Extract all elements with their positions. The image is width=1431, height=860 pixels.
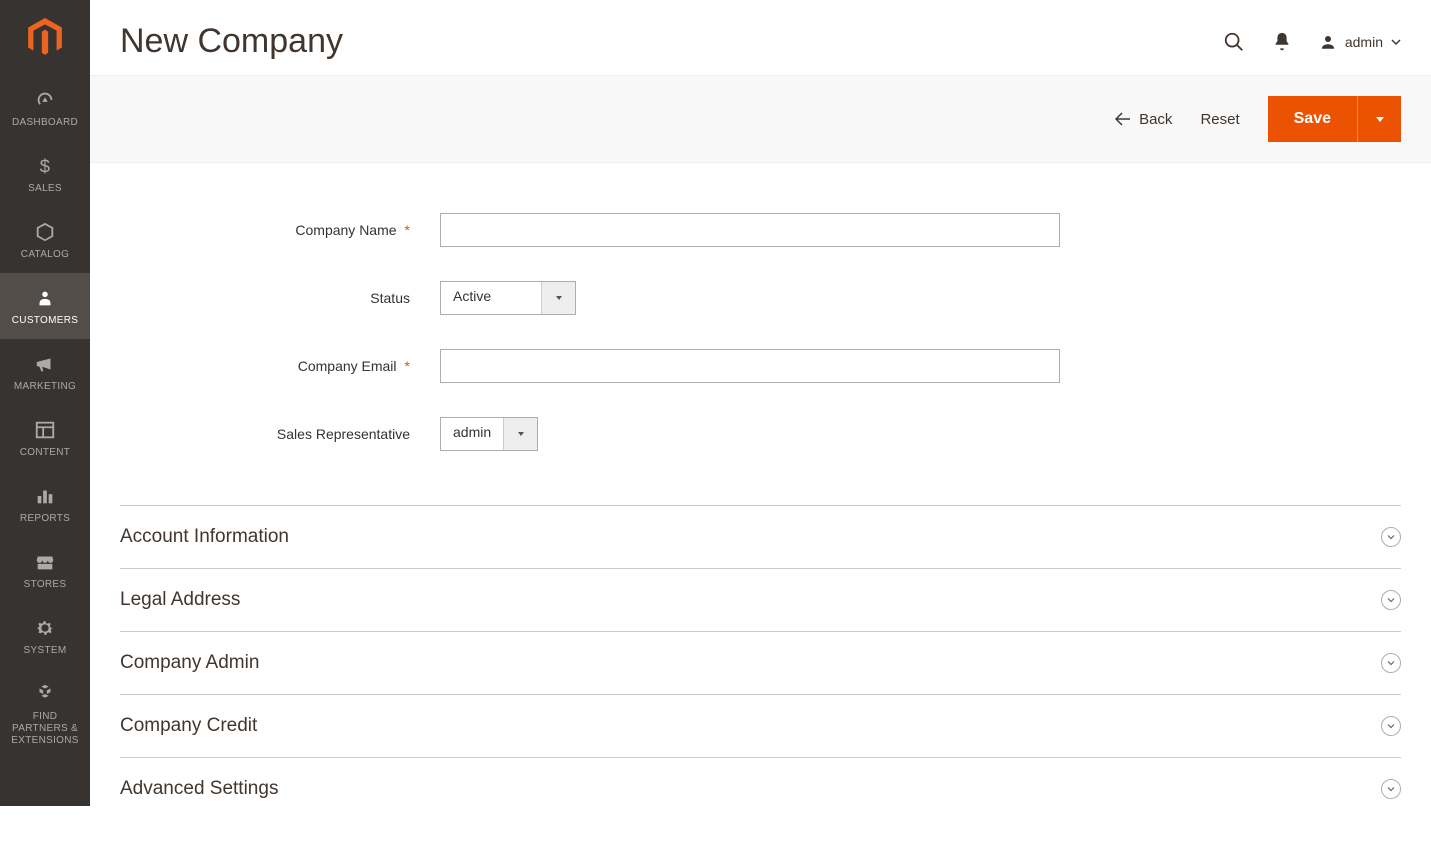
user-name: admin — [1345, 34, 1383, 50]
magento-logo[interactable] — [0, 0, 90, 75]
box-icon — [34, 221, 56, 243]
dollar-icon: $ — [34, 155, 56, 177]
section-legal-address[interactable]: Legal Address — [120, 568, 1401, 631]
nav-label: CATALOG — [4, 249, 86, 261]
chevron-down-icon — [1386, 532, 1396, 542]
bars-icon — [34, 485, 56, 507]
section-company-credit[interactable]: Company Credit — [120, 694, 1401, 757]
section-account-information[interactable]: Account Information — [120, 505, 1401, 568]
nav-label: MARKETING — [4, 381, 86, 393]
expand-icon — [1381, 653, 1401, 673]
nav-stores[interactable]: STORES — [0, 537, 90, 603]
chevron-down-icon — [1386, 595, 1396, 605]
triangle-down-icon — [516, 429, 526, 439]
gauge-icon — [34, 89, 56, 111]
arrow-left-icon — [1115, 112, 1131, 126]
back-button[interactable]: Back — [1115, 111, 1172, 128]
layout-icon — [34, 419, 56, 441]
main-content: New Company admin Back Reset Save — [90, 0, 1431, 860]
section-title: Legal Address — [120, 589, 240, 611]
section-title: Advanced Settings — [120, 778, 278, 800]
search-icon[interactable] — [1223, 31, 1245, 53]
nav-sales[interactable]: $ SALES — [0, 141, 90, 207]
section-title: Company Credit — [120, 715, 257, 737]
status-label: Status — [120, 290, 440, 306]
nav-label: SALES — [4, 183, 86, 195]
save-dropdown-button[interactable] — [1357, 96, 1401, 142]
nav-label: STORES — [4, 579, 86, 591]
save-button-group: Save — [1268, 96, 1401, 142]
field-status: Status Active — [120, 281, 1401, 315]
action-bar: Back Reset Save — [90, 75, 1431, 163]
sales-rep-select[interactable]: admin — [440, 417, 538, 451]
header-tools: admin — [1223, 31, 1401, 53]
form-area: Company Name* Status Active Company Emai… — [90, 163, 1431, 505]
status-caret[interactable] — [541, 282, 575, 314]
chevron-down-icon — [1386, 721, 1396, 731]
nav-reports[interactable]: REPORTS — [0, 471, 90, 537]
nav-label: SYSTEM — [4, 645, 86, 657]
magento-logo-icon — [25, 18, 65, 58]
company-name-input[interactable] — [440, 213, 1060, 247]
admin-sidebar: DASHBOARD $ SALES CATALOG CUSTOMERS MARK… — [0, 0, 90, 806]
person-icon — [34, 287, 56, 309]
megaphone-icon — [34, 353, 56, 375]
section-advanced-settings[interactable]: Advanced Settings — [120, 757, 1401, 820]
storefront-icon — [34, 551, 56, 573]
field-company-name: Company Name* — [120, 213, 1401, 247]
user-menu[interactable]: admin — [1319, 33, 1401, 51]
triangle-down-icon — [1374, 113, 1386, 125]
sales-rep-caret[interactable] — [503, 418, 537, 450]
nav-system[interactable]: SYSTEM — [0, 603, 90, 669]
status-value: Active — [441, 282, 541, 314]
company-email-input[interactable] — [440, 349, 1060, 383]
svg-text:$: $ — [40, 155, 50, 176]
blocks-icon — [34, 683, 56, 705]
gear-icon — [34, 617, 56, 639]
expand-icon — [1381, 527, 1401, 547]
nav-customers[interactable]: CUSTOMERS — [0, 273, 90, 339]
company-email-label: Company Email* — [120, 358, 440, 374]
nav-label: REPORTS — [4, 513, 86, 525]
page-header: New Company admin — [90, 0, 1431, 75]
nav-label: FIND PARTNERS & EXTENSIONS — [4, 711, 86, 747]
sales-rep-value: admin — [441, 418, 503, 450]
status-select[interactable]: Active — [440, 281, 576, 315]
field-company-email: Company Email* — [120, 349, 1401, 383]
expand-icon — [1381, 590, 1401, 610]
field-sales-rep: Sales Representative admin — [120, 417, 1401, 451]
sales-rep-label: Sales Representative — [120, 426, 440, 442]
section-title: Account Information — [120, 526, 289, 548]
section-title: Company Admin — [120, 652, 259, 674]
nav-dashboard[interactable]: DASHBOARD — [0, 75, 90, 141]
save-button[interactable]: Save — [1268, 96, 1357, 142]
page-title: New Company — [120, 22, 343, 61]
bell-icon[interactable] — [1271, 31, 1293, 53]
chevron-down-icon — [1391, 37, 1401, 47]
back-label: Back — [1139, 111, 1172, 128]
nav-label: CONTENT — [4, 447, 86, 459]
reset-label: Reset — [1200, 111, 1239, 128]
nav-label: CUSTOMERS — [4, 315, 86, 327]
nav-content[interactable]: CONTENT — [0, 405, 90, 471]
chevron-down-icon — [1386, 658, 1396, 668]
reset-button[interactable]: Reset — [1200, 111, 1239, 128]
chevron-down-icon — [1386, 784, 1396, 794]
nav-marketing[interactable]: MARKETING — [0, 339, 90, 405]
nav-label: DASHBOARD — [4, 117, 86, 129]
nav-partners[interactable]: FIND PARTNERS & EXTENSIONS — [0, 669, 90, 759]
nav-catalog[interactable]: CATALOG — [0, 207, 90, 273]
collapsible-sections: Account Information Legal Address Compan… — [90, 505, 1431, 860]
expand-icon — [1381, 716, 1401, 736]
company-name-label: Company Name* — [120, 222, 440, 238]
expand-icon — [1381, 779, 1401, 799]
triangle-down-icon — [554, 293, 564, 303]
section-company-admin[interactable]: Company Admin — [120, 631, 1401, 694]
user-icon — [1319, 33, 1337, 51]
